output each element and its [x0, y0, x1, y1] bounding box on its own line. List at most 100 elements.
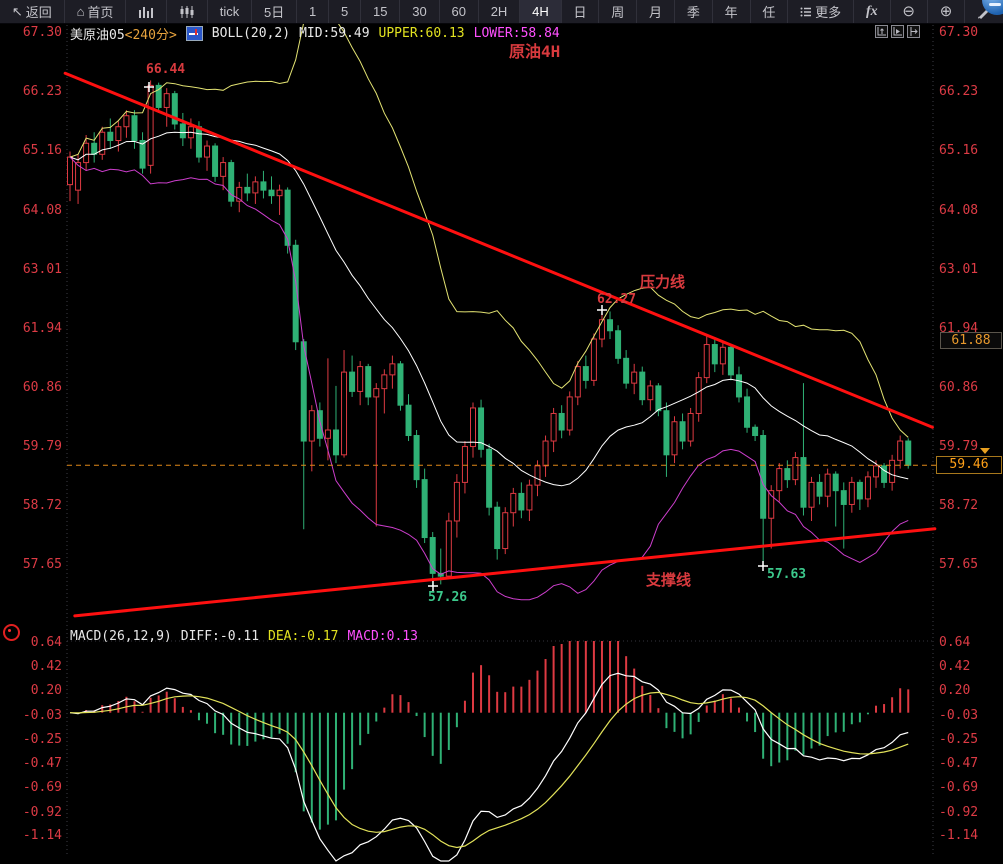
period-button-1m[interactable]: 1 — [297, 0, 330, 23]
macd-axis-label: -0.47 — [22, 755, 62, 771]
period-button-4h[interactable]: 4H — [520, 0, 562, 23]
period-button-60m[interactable]: 60 — [440, 0, 479, 23]
axis-scroll-button[interactable] — [891, 25, 904, 38]
candle-body — [163, 93, 170, 108]
chart-annotation: 57.63 — [767, 567, 807, 582]
candle-body — [856, 481, 863, 500]
price-axis-label: 63.01 — [22, 261, 62, 277]
price-axis-label: 57.65 — [939, 557, 979, 573]
candle-body — [719, 346, 726, 365]
price-axis-label: 67.30 — [22, 25, 62, 40]
period-button-30m[interactable]: 30 — [400, 0, 440, 23]
chart-annotation: 57.26 — [428, 590, 468, 605]
period-button-day[interactable]: 日 — [562, 0, 600, 23]
candle-body — [671, 421, 678, 456]
axis-autofit-button[interactable] — [875, 25, 888, 38]
page-right-button[interactable] — [907, 25, 920, 38]
home-button[interactable]: ⌂ 首页 — [65, 0, 127, 23]
candle-body — [332, 429, 339, 456]
candle-body — [623, 357, 630, 384]
back-arrow-icon: ↖ — [11, 4, 23, 19]
candle-body — [195, 126, 202, 158]
price-axis-label: 66.23 — [22, 83, 62, 99]
candle-body — [276, 189, 283, 197]
candle-body — [397, 363, 404, 406]
boll-mid-line — [69, 131, 909, 487]
macd-dea-value: DEA:-0.17 — [268, 629, 339, 644]
candle-body — [123, 115, 130, 128]
period-button-15m[interactable]: 15 — [361, 0, 401, 23]
boll-upper-value: UPPER:60.13 — [378, 26, 465, 41]
period-button-5m[interactable]: 5 — [329, 0, 362, 23]
price-axis-label: 65.16 — [22, 142, 62, 158]
candle-body — [647, 385, 654, 401]
candle-body — [695, 377, 702, 414]
candlestick-chart[interactable] — [0, 0, 1003, 864]
period-button-5d[interactable]: 5日 — [252, 0, 298, 23]
candle-body — [510, 492, 517, 514]
symbol-name: 美原油05<240分> — [70, 28, 177, 43]
candle-body — [760, 435, 767, 519]
chart-annotation: 支撑线 — [646, 571, 692, 589]
zoom-out-icon: ⊖ — [902, 3, 915, 20]
scale-buttons — [875, 25, 920, 38]
indicator-fx-button[interactable]: fx — [854, 0, 891, 23]
macd-axis-label: 0.42 — [939, 659, 971, 675]
period-button-2h[interactable]: 2H — [479, 0, 521, 23]
period-button-quarter[interactable]: 季 — [675, 0, 713, 23]
period-button-week[interactable]: 周 — [599, 0, 638, 23]
period-button-tick[interactable]: tick — [208, 0, 253, 23]
candle-body — [655, 385, 662, 412]
candle-body — [139, 140, 146, 169]
candle-body — [848, 481, 855, 505]
zoom-in-button[interactable]: ⊕ — [928, 0, 966, 23]
zoom-out-button[interactable]: ⊖ — [891, 0, 928, 23]
candle-body — [365, 366, 372, 398]
candle-body — [324, 429, 331, 439]
candle-body — [252, 181, 259, 194]
price-axis-label: 59.79 — [22, 439, 62, 455]
candle-body — [284, 189, 291, 246]
candle-body — [413, 435, 420, 481]
candle-body — [179, 123, 186, 139]
candle-body — [816, 481, 823, 497]
back-button[interactable]: ↖ 返回 — [0, 0, 65, 23]
boll-title: BOLL(20,2) — [211, 26, 291, 41]
candle-body — [453, 481, 460, 522]
chart-type-bar-button[interactable] — [126, 0, 168, 23]
candle-body — [131, 115, 138, 142]
period-button-month[interactable]: 月 — [637, 0, 675, 23]
indicator-settings-icon[interactable] — [3, 624, 20, 641]
price-axis-label: 64.08 — [22, 202, 62, 218]
period-button-custom[interactable]: 任 — [751, 0, 789, 23]
price-axis-label: 57.65 — [22, 557, 62, 573]
period-button-year[interactable]: 年 — [713, 0, 751, 23]
chart-thumbnail-icon[interactable] — [185, 26, 203, 41]
candle-body — [349, 371, 356, 392]
boll-lower-line — [69, 156, 909, 601]
candle-body — [873, 465, 879, 478]
pressure-line[interactable] — [63, 71, 934, 429]
candle-body — [381, 374, 388, 390]
candle-body — [461, 446, 468, 483]
macd-axis-label: -0.92 — [22, 804, 62, 820]
macd-header: MACD(26,12,9) DIFF:-0.11 DEA:-0.17 MACD:… — [70, 629, 418, 644]
candle-body — [502, 512, 509, 550]
macd-axis-label: -1.14 — [22, 828, 62, 844]
candle-body — [220, 162, 227, 177]
chart-header: 美原油05<240分> BOLL(20,2) MID:59.49 UPPER:6… — [70, 26, 560, 43]
more-button[interactable]: 更多 — [788, 0, 855, 23]
chart-type-candle-button[interactable] — [167, 0, 208, 23]
candle-body — [486, 448, 493, 508]
macd-axis-label: -0.03 — [22, 707, 62, 723]
candle-body — [550, 412, 557, 442]
candle-body — [889, 459, 896, 483]
macd-axis-label: 0.64 — [939, 635, 971, 651]
candle-body — [824, 473, 831, 497]
candle-body — [792, 457, 799, 481]
candle-body — [639, 371, 646, 401]
price-axis-label: 65.16 — [939, 142, 979, 158]
macd-axis-label: -0.69 — [22, 779, 62, 795]
candle-body — [752, 426, 759, 437]
candle-body — [300, 341, 307, 442]
